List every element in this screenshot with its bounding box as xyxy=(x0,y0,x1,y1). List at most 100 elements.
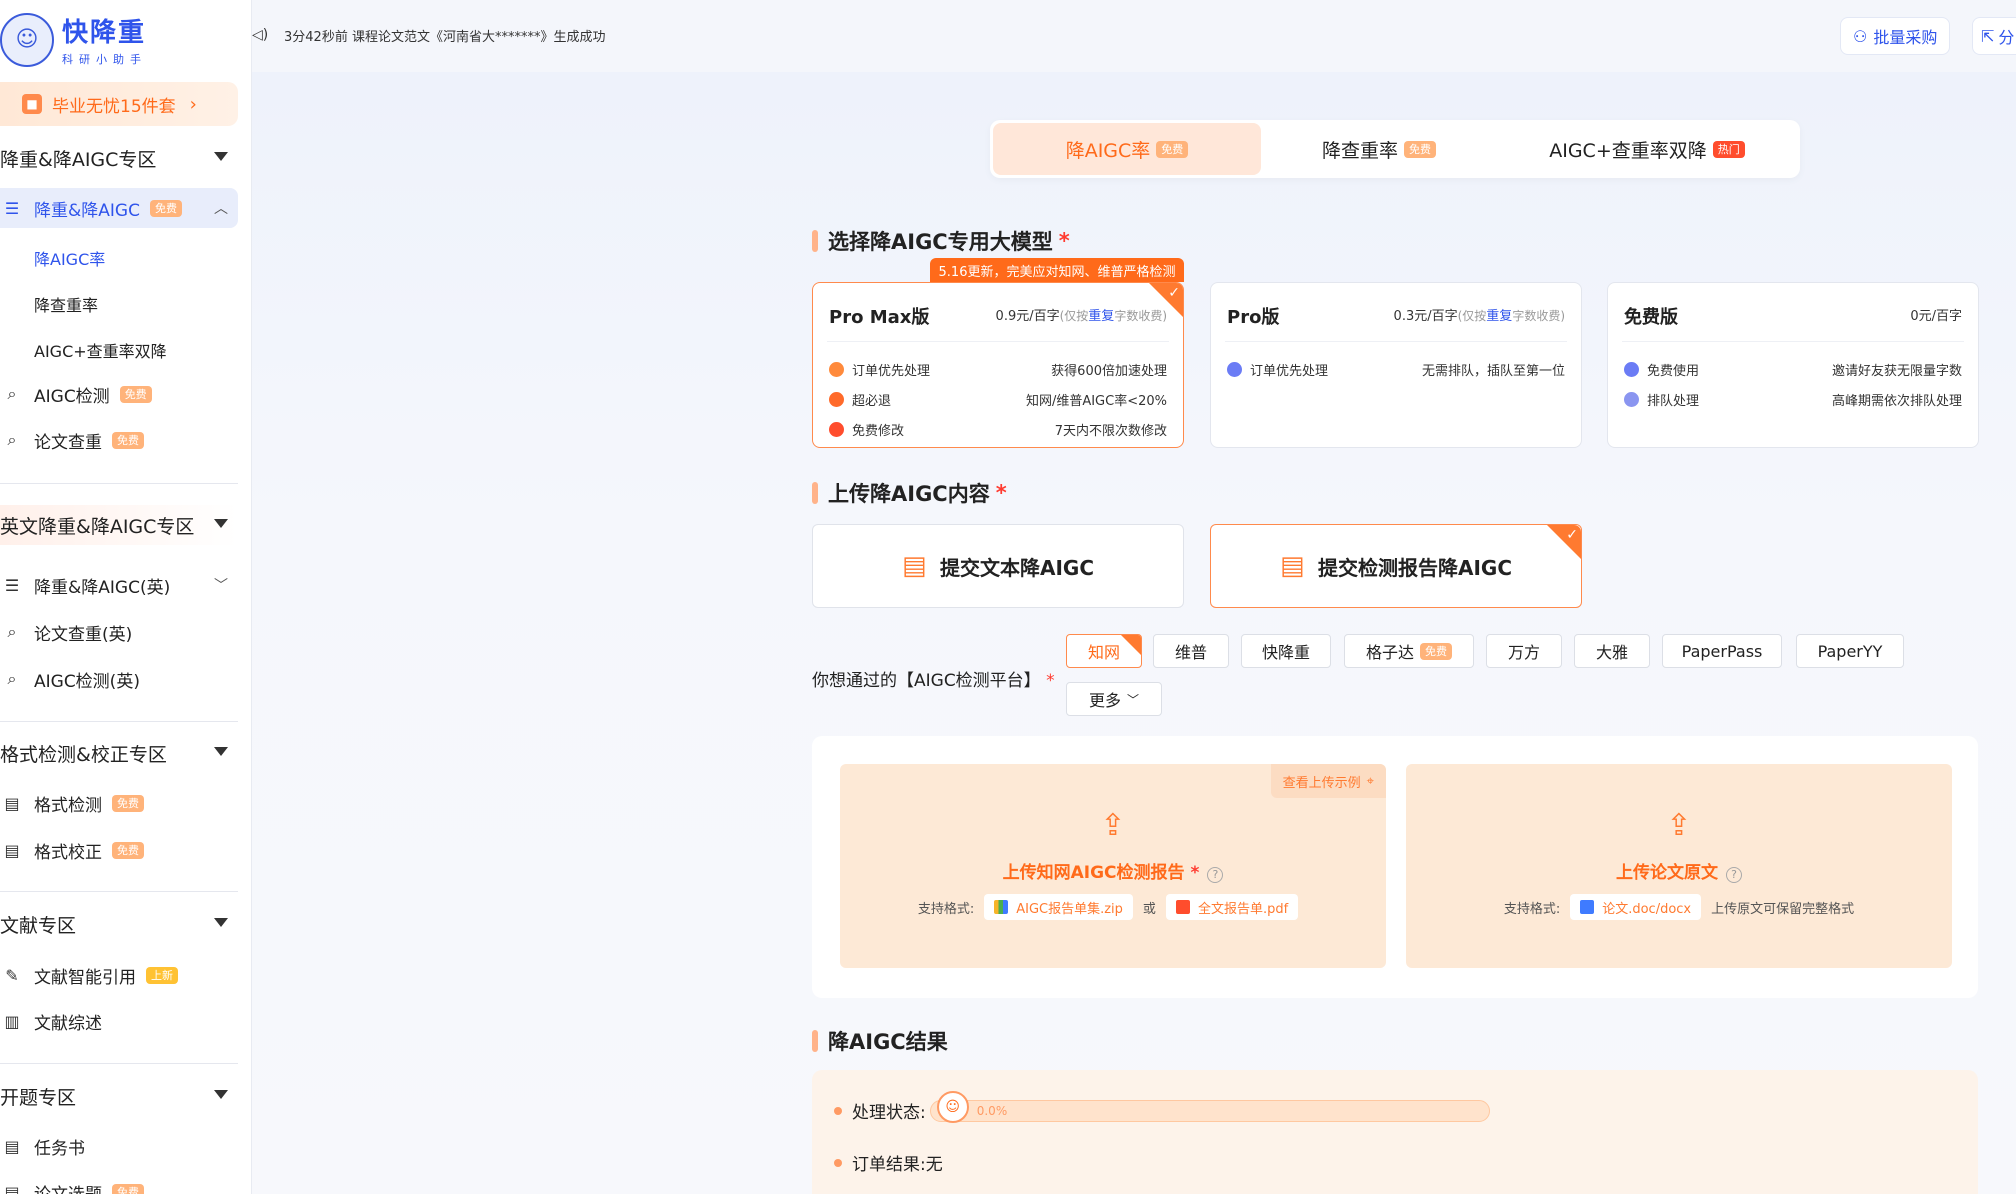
priority-icon xyxy=(1227,361,1242,377)
view-example-link[interactable]: 查看上传示例 ⌖ xyxy=(1270,764,1386,798)
platform-option-vip[interactable]: 维普 xyxy=(1153,634,1229,668)
list-sort-icon: ☰ xyxy=(4,198,20,218)
sidebar-item-format-fix[interactable]: ▤ 格式校正 免费 xyxy=(0,830,238,870)
sidebar-item-reduce-aigc[interactable]: ☰ 降重&降AIGC 免费 ︿ xyxy=(0,188,238,228)
logo[interactable]: ☺ 快降重 科研小助手 xyxy=(0,12,147,67)
free-badge: 免费 xyxy=(119,385,152,403)
tab-aigc-rate[interactable]: 降AIGC率 免费 xyxy=(993,123,1261,175)
card-price: 0.9元/百字(仅按重复字数收费) xyxy=(996,305,1167,324)
bullet xyxy=(834,1106,842,1115)
sidebar-item-en-reduce[interactable]: ☰ 降重&降AIGC(英) ﹀ xyxy=(0,565,238,605)
sidebar-item-format-check[interactable]: ▤ 格式检测 免费 xyxy=(0,783,238,823)
caret-down-icon xyxy=(214,747,228,756)
platform-option-label: PaperYY xyxy=(1817,641,1883,661)
platform-option-kuaijiangzhong[interactable]: 快降重 xyxy=(1241,634,1331,668)
document-icon: ▤ xyxy=(901,551,927,581)
tab-label: 降AIGC率 xyxy=(1065,139,1151,162)
sidebar-item-label: 降重&降AIGC(英) xyxy=(34,577,171,598)
feature-value: 无需排队，插队至第一位 xyxy=(1421,363,1565,379)
heading-text: 选择降AIGC专用大模型 xyxy=(828,230,1053,254)
price-note: (仅按 xyxy=(1457,309,1487,323)
platform-option-gezida[interactable]: 格子达 免费 xyxy=(1344,634,1474,668)
sidebar-subitem-double[interactable]: AIGC+查重率双降 xyxy=(34,338,167,362)
help-icon[interactable]: ? xyxy=(1726,867,1742,883)
platform-option-label: 维普 xyxy=(1174,643,1207,662)
model-card-free[interactable]: 免费版 0元/百字 免费使用 邀请好友获无限量字数 排队处理 高峰期需依次排队处理 xyxy=(1607,282,1979,448)
progress-bar: ☺ 0.0% xyxy=(929,1090,1490,1123)
free-badge: 免费 xyxy=(1420,642,1452,660)
model-section-heading: 选择降AIGC专用大模型 * xyxy=(812,226,1070,256)
sidebar-subitem-dup-rate[interactable]: 降查重率 xyxy=(34,292,98,316)
gift-icon: ■ xyxy=(22,94,42,114)
brand-title: 快降重 xyxy=(62,18,147,48)
share-icon: ⇱ xyxy=(1981,26,1995,46)
platform-option-paperyy[interactable]: PaperYY xyxy=(1796,634,1904,668)
sidebar-item-topic[interactable]: ▤ 论文选题 免费 xyxy=(0,1172,238,1194)
feature-row: 超必退 知网/维普AIGC率<20% xyxy=(829,389,1167,409)
caret-down-icon xyxy=(214,918,228,927)
sidebar-subitem-aigc-rate[interactable]: 降AIGC率 xyxy=(34,246,105,270)
card-divider xyxy=(1622,341,1964,342)
free-badge: 免费 xyxy=(112,794,144,812)
sidebar-item-task[interactable]: ▤ 任务书 xyxy=(0,1126,238,1166)
share-button[interactable]: ⇱ 分 xyxy=(1972,17,2016,55)
zip-file-chip: AIGC报告单集.zip xyxy=(984,894,1133,920)
section-format[interactable]: 格式检测&校正专区 xyxy=(0,733,238,773)
sidebar-item-label: AIGC检测 xyxy=(34,386,110,407)
divider xyxy=(0,1063,238,1064)
feature-value: 7天内不限次数修改 xyxy=(1054,423,1167,439)
speaker-icon: ◁) xyxy=(252,26,269,43)
platform-option-wanfang[interactable]: 万方 xyxy=(1486,634,1562,668)
section-reduce[interactable]: 降重&降AIGC专区 xyxy=(0,138,238,178)
sidebar-item-en-aigc[interactable]: ⌕ AIGC检测(英) xyxy=(0,659,238,699)
sidebar-item-label: 文献综述 xyxy=(34,1013,102,1034)
format-tip: 上传原文可保留完整格式 xyxy=(1711,901,1855,917)
caret-down-icon xyxy=(214,1090,228,1099)
price-note: 字数收费) xyxy=(1114,309,1167,323)
view-example-label: 查看上传示例 xyxy=(1282,775,1361,791)
chevron-right-icon: › xyxy=(189,93,197,115)
divider xyxy=(0,721,238,722)
section-label: 英文降重&降AIGC专区 xyxy=(0,515,195,538)
sidebar-item-aigc-detect[interactable]: ⌕ AIGC检测 免费 xyxy=(0,374,238,414)
sidebar: ☺ 快降重 科研小助手 ■ 毕业无忧15件套 › 降重&降AIGC专区 ☰ 降重… xyxy=(0,0,252,1194)
model-card-pro[interactable]: Pro版 0.3元/百字(仅按重复字数收费) 订单优先处理 无需排队，插队至第一位 xyxy=(1210,282,1582,448)
platform-option-cnki[interactable]: 知网 xyxy=(1066,634,1142,668)
card-divider xyxy=(827,341,1169,342)
submit-report-button[interactable]: ✓ ▤ 提交检测报告降AIGC xyxy=(1210,524,1582,608)
tab-dup-rate[interactable]: 降查重率 免费 xyxy=(1261,123,1497,175)
platform-option-paperpass[interactable]: PaperPass xyxy=(1662,634,1782,668)
main-content xyxy=(252,72,2016,1194)
citation-icon: ✎ xyxy=(5,965,19,985)
sidebar-item-review[interactable]: ▥ 文献综述 xyxy=(0,1001,238,1041)
section-label: 文献专区 xyxy=(0,914,77,937)
sidebar-item-cite[interactable]: ✎ 文献智能引用 上新 xyxy=(0,955,238,995)
sidebar-item-paper-check[interactable]: ⌕ 论文查重 免费 xyxy=(0,420,238,460)
section-english[interactable]: 英文降重&降AIGC专区 xyxy=(0,505,238,545)
help-icon[interactable]: ? xyxy=(1207,867,1224,883)
pin-icon: ⌖ xyxy=(1366,773,1374,789)
model-card-pro-max[interactable]: ✓ Pro Max版 0.9元/百字(仅按重复字数收费) 订单优先处理 获得600… xyxy=(812,282,1184,448)
feature-label: 订单优先处理 xyxy=(852,363,931,379)
paper-dropzone[interactable]: ⇪ 上传论文原文? 支持格式: 论文.doc/docx 上传原文可保留完整格式 xyxy=(1406,764,1952,968)
sidebar-item-label: 降重&降AIGC xyxy=(34,200,140,221)
edit-icon xyxy=(829,421,844,437)
section-proposal[interactable]: 开题专区 xyxy=(0,1076,238,1116)
order-label: 订单结果: xyxy=(852,1155,926,1175)
platform-option-daya[interactable]: 大雅 xyxy=(1574,634,1650,668)
sidebar-item-label: 论文查重(英) xyxy=(34,624,133,645)
more-platforms-dropdown[interactable]: 更多 ﹀ xyxy=(1066,682,1162,716)
section-literature[interactable]: 文献专区 xyxy=(0,904,238,944)
promo-banner[interactable]: ■ 毕业无忧15件套 › xyxy=(0,82,238,126)
submit-text-button[interactable]: ▤ 提交文本降AIGC xyxy=(812,524,1184,608)
divider xyxy=(0,483,238,484)
feature-label: 免费修改 xyxy=(852,423,905,439)
sidebar-item-label: 任务书 xyxy=(34,1138,85,1159)
free-badge: 免费 xyxy=(149,199,182,217)
report-dropzone[interactable]: 查看上传示例 ⌖ ⇪ 上传知网AIGC检测报告 *? 支持格式: AIGC报告单集… xyxy=(840,764,1386,968)
heading-accent xyxy=(812,230,818,252)
free-badge: 免费 xyxy=(1156,140,1189,158)
bulk-purchase-button[interactable]: ⚇ 批量采购 xyxy=(1840,17,1951,55)
tab-double[interactable]: AIGC+查重率双降 热门 xyxy=(1497,123,1797,175)
sidebar-item-en-check[interactable]: ⌕ 论文查重(英) xyxy=(0,612,238,652)
